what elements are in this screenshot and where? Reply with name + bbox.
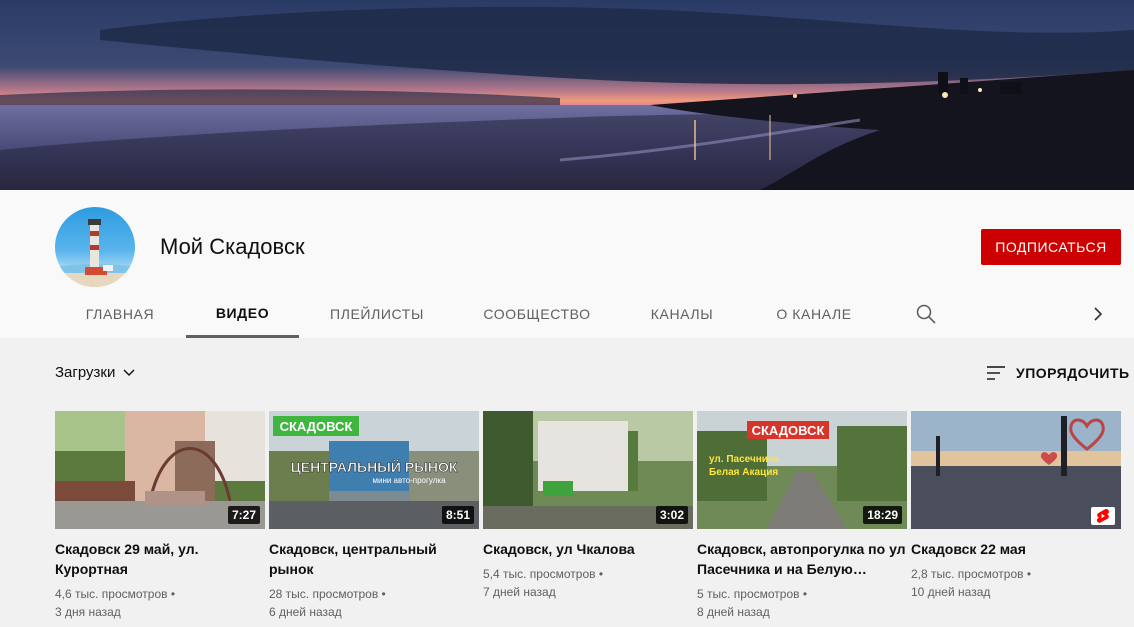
tab-home[interactable]: ГЛАВНАЯ	[66, 290, 174, 338]
thumbnail-line1: ул. Пасечника	[709, 454, 779, 465]
video-thumbnail[interactable]: СКАДОВСК ЦЕНТРАЛЬНЫЙ РЫНОК мини авто-про…	[269, 411, 479, 529]
video-age: 7 дней назад	[483, 585, 556, 599]
video-meta: 5 тыс. просмотров • 8 дней назад	[697, 585, 907, 621]
tab-videos[interactable]: ВИДЕО	[186, 290, 299, 338]
video-thumbnail[interactable]: 7:27	[55, 411, 265, 529]
tab-channels[interactable]: КАНАЛЫ	[630, 290, 734, 338]
video-thumbnail[interactable]	[911, 411, 1121, 529]
video-meta: 2,8 тыс. просмотров • 10 дней назад	[911, 565, 1121, 601]
video-age: 3 дня назад	[55, 605, 121, 619]
sort-button[interactable]: УПОРЯДОЧИТЬ	[986, 364, 1130, 382]
video-title[interactable]: Скадовск, автопрогулка по ул Пасечника и…	[697, 539, 907, 579]
video-views: 5 тыс. просмотров	[697, 587, 800, 601]
video-duration: 3:02	[655, 506, 688, 524]
video-title[interactable]: Скадовск, ул Чкалова	[483, 539, 693, 559]
thumbnail-tag: СКАДОВСК	[280, 419, 353, 434]
videos-section: Загрузки УПОРЯДОЧИТЬ 7:27 Скадовск 29 ма…	[0, 338, 1134, 627]
channel-title: Мой Скадовск	[160, 234, 305, 259]
meta-separator: •	[598, 567, 604, 581]
video-duration: 7:27	[227, 506, 260, 524]
video-title[interactable]: Скадовск 29 май, ул. Курортная	[55, 539, 265, 579]
video-meta: 28 тыс. просмотров • 6 дней назад	[269, 585, 479, 621]
search-icon[interactable]	[914, 302, 938, 326]
video-meta: 5,4 тыс. просмотров • 7 дней назад	[483, 565, 693, 601]
channel-avatar[interactable]	[55, 207, 135, 287]
tab-about[interactable]: О КАНАЛЕ	[756, 290, 872, 338]
thumbnail-tag: СКАДОВСК	[752, 423, 825, 438]
video-age: 10 дней назад	[911, 585, 991, 599]
video-card[interactable]: 3:02 Скадовск, ул Чкалова 5,4 тыс. просм…	[483, 411, 693, 601]
video-age: 6 дней назад	[269, 605, 342, 619]
meta-separator: •	[381, 587, 386, 601]
video-duration: 18:29	[863, 506, 902, 524]
channel-tabs: ГЛАВНАЯ ВИДЕО ПЛЕЙЛИСТЫ СООБЩЕСТВО КАНАЛ…	[0, 290, 1134, 338]
meta-separator: •	[802, 587, 808, 601]
video-views: 4,6 тыс. просмотров	[55, 587, 168, 601]
chevron-right-icon[interactable]	[1086, 302, 1110, 326]
chevron-down-icon	[123, 369, 135, 376]
uploads-dropdown[interactable]: Загрузки	[55, 364, 137, 381]
video-views: 28 тыс. просмотров	[269, 587, 379, 601]
tab-community[interactable]: СООБЩЕСТВО	[466, 290, 608, 338]
video-meta: 4,6 тыс. просмотров • 3 дня назад	[55, 585, 265, 621]
thumbnail-caption: ЦЕНТРАЛЬНЫЙ РЫНОК	[291, 458, 458, 475]
video-card[interactable]: СКАДОВСК ул. Пасечника Белая Акация 18:2…	[697, 411, 907, 621]
video-title[interactable]: Скадовск 22 мая	[911, 539, 1121, 559]
video-duration: 8:51	[441, 506, 474, 524]
video-card[interactable]: СКАДОВСК ЦЕНТРАЛЬНЫЙ РЫНОК мини авто-про…	[269, 411, 479, 621]
uploads-label: Загрузки	[55, 364, 116, 381]
video-thumbnail[interactable]: СКАДОВСК ул. Пасечника Белая Акация 18:2…	[697, 411, 907, 529]
video-views: 5,4 тыс. просмотров	[483, 567, 596, 581]
sort-label: УПОРЯДОЧИТЬ	[1016, 365, 1130, 381]
video-thumbnail[interactable]: 3:02	[483, 411, 693, 529]
video-card[interactable]: Скадовск 22 мая 2,8 тыс. просмотров • 10…	[911, 411, 1121, 601]
subscribe-button[interactable]: ПОДПИСАТЬСЯ	[981, 229, 1121, 265]
video-views: 2,8 тыс. просмотров	[911, 567, 1024, 581]
meta-separator: •	[170, 587, 176, 601]
video-age: 8 дней назад	[697, 605, 770, 619]
thumbnail-subcaption: мини авто-прогулка	[372, 476, 446, 485]
video-title[interactable]: Скадовск, центральный рынок	[269, 539, 479, 579]
sort-icon	[987, 366, 1005, 380]
video-card[interactable]: 7:27 Скадовск 29 май, ул. Курортная 4,6 …	[55, 411, 265, 621]
meta-separator: •	[1026, 567, 1032, 581]
shorts-icon	[1091, 507, 1115, 525]
thumbnail-line2: Белая Акация	[709, 467, 778, 478]
tab-playlists[interactable]: ПЛЕЙЛИСТЫ	[310, 290, 444, 338]
channel-banner	[0, 0, 1134, 190]
channel-header: Мой Скадовск ПОДПИСАТЬСЯ ГЛАВНАЯ ВИДЕО П…	[0, 190, 1134, 338]
